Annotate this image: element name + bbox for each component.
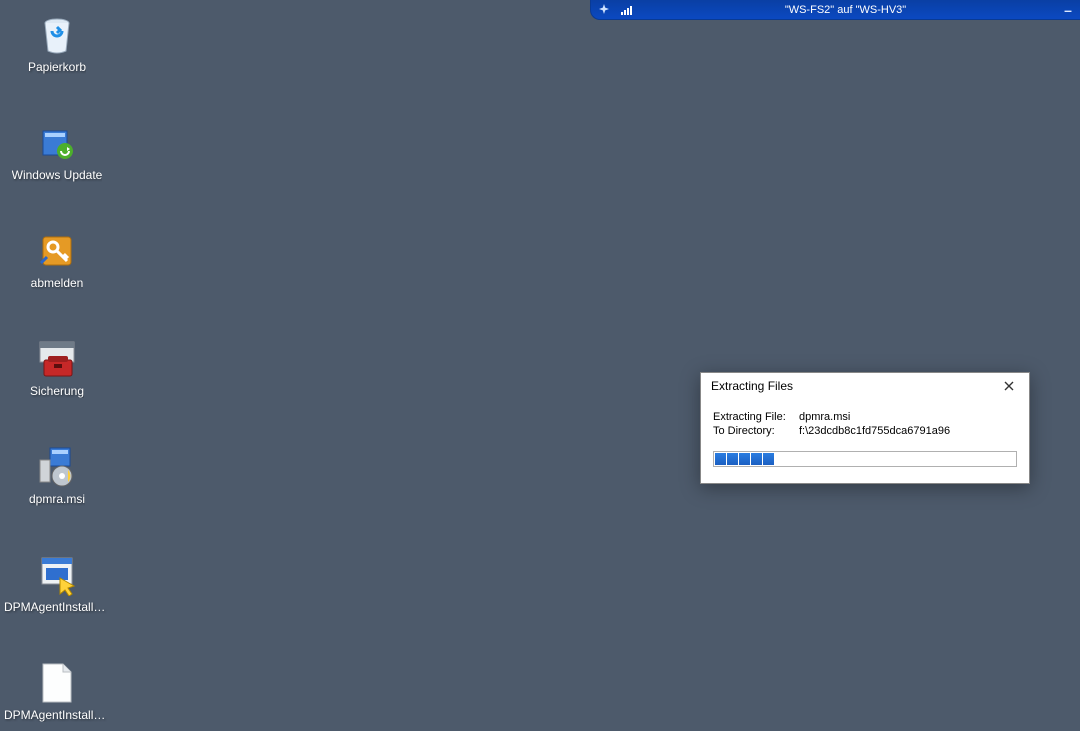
desktop-icon-label: dpmra.msi xyxy=(29,492,85,506)
dialog-titlebar[interactable]: Extracting Files xyxy=(701,373,1029,399)
progress-segment xyxy=(751,453,762,465)
progress-segment xyxy=(739,453,750,465)
recycle-bin-icon xyxy=(36,14,78,56)
desktop-icon-label: DPMAgentInstaller... xyxy=(4,600,110,614)
close-button[interactable] xyxy=(995,376,1023,396)
close-icon xyxy=(1004,381,1014,391)
desktop-icon-dpm-agent-installer-2[interactable]: DPMAgentInstaller... xyxy=(2,654,112,728)
blank-file-icon xyxy=(36,662,78,704)
desktop-icon-backup[interactable]: Sicherung xyxy=(2,330,112,404)
extracting-files-dialog: Extracting Files Extracting File: dpmra.… xyxy=(700,372,1030,484)
desktop-icon-windows-update[interactable]: Windows Update xyxy=(2,114,112,188)
extracting-file-value: dpmra.msi xyxy=(799,411,1017,423)
key-icon xyxy=(36,230,78,272)
installer-exe-icon xyxy=(36,554,78,596)
msi-installer-icon xyxy=(36,446,78,488)
desktop-icon-label: Sicherung xyxy=(30,384,84,398)
pin-icon[interactable] xyxy=(595,3,613,17)
to-directory-label: To Directory: xyxy=(713,425,799,437)
to-directory-value: f:\23dcdb8c1fd755dca6791a96 xyxy=(799,425,1017,437)
desktop-icon-label: Papierkorb xyxy=(28,60,86,74)
progress-segment xyxy=(727,453,738,465)
dialog-body: Extracting File: dpmra.msi To Directory:… xyxy=(701,399,1029,483)
progress-bar xyxy=(713,451,1017,467)
windows-update-icon xyxy=(36,122,78,164)
desktop-icon-recycle-bin[interactable]: Papierkorb xyxy=(2,6,112,80)
connection-title: "WS-FS2" auf "WS-HV3" xyxy=(635,4,1056,16)
desktop-icon-dpm-agent-installer-1[interactable]: DPMAgentInstaller... xyxy=(2,546,112,620)
desktop-icon-label: Windows Update xyxy=(12,168,103,182)
toolbox-icon xyxy=(36,338,78,380)
desktop-icon-dpmra-msi[interactable]: dpmra.msi xyxy=(2,438,112,512)
extracting-file-label: Extracting File: xyxy=(713,411,799,423)
desktop-icon-label: abmelden xyxy=(31,276,84,290)
desktop-icons: Papierkorb Windows Update abmelden xyxy=(2,6,112,728)
desktop-icon-label: DPMAgentInstaller... xyxy=(4,708,110,722)
desktop-icon-logoff[interactable]: abmelden xyxy=(2,222,112,296)
progress-segment xyxy=(715,453,726,465)
signal-icon xyxy=(617,3,635,17)
progress-segment xyxy=(763,453,774,465)
remote-connection-bar: "WS-FS2" auf "WS-HV3" – xyxy=(590,0,1080,20)
dialog-title: Extracting Files xyxy=(711,379,995,393)
minimize-button[interactable]: – xyxy=(1056,3,1080,17)
